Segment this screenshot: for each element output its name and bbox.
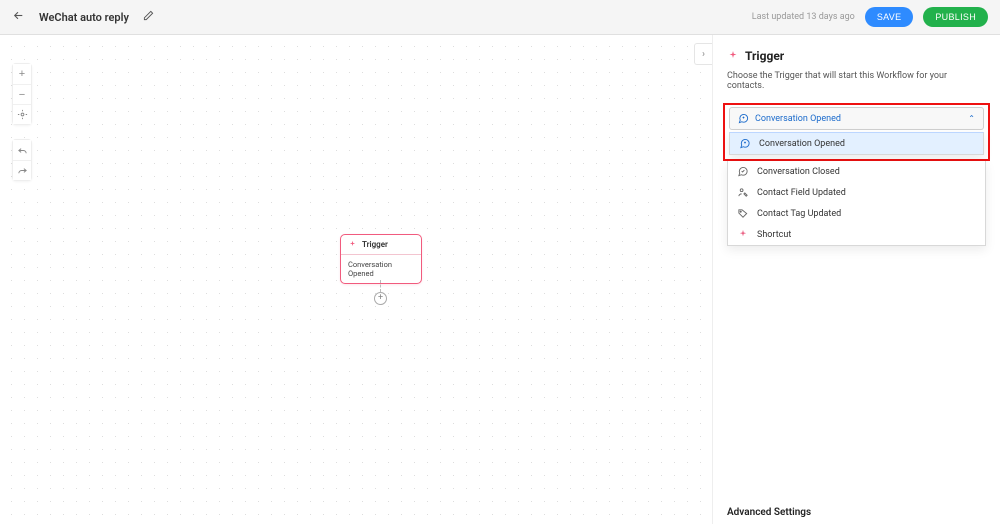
workflow-title: WeChat auto reply (39, 11, 129, 24)
node-connector (380, 280, 382, 292)
back-arrow-icon[interactable] (12, 9, 25, 26)
zoom-in-button[interactable]: + (13, 64, 31, 84)
header-bar: WeChat auto reply Last updated 13 days a… (0, 0, 1000, 35)
save-button[interactable]: SAVE (865, 7, 914, 27)
trigger-dropdown-rest: Conversation Closed Contact Field Update… (727, 161, 986, 246)
trigger-node[interactable]: Trigger Conversation Opened (340, 234, 422, 284)
option-label: Contact Field Updated (757, 188, 846, 198)
trigger-dropdown: Conversation Opened (729, 132, 984, 155)
spark-icon (737, 229, 749, 240)
last-updated-text: Last updated 13 days ago (752, 12, 855, 22)
workflow-canvas[interactable]: + − › Trigger Conversation Opened + (0, 35, 712, 524)
main-area: + − › Trigger Conversation Opened + (0, 35, 1000, 524)
collapse-panel-button[interactable]: › (694, 43, 712, 65)
fit-view-button[interactable] (13, 104, 31, 124)
trigger-select[interactable]: Conversation Opened ⌃ (729, 107, 984, 130)
option-conversation-closed[interactable]: Conversation Closed (728, 161, 985, 182)
header-left: WeChat auto reply (12, 9, 154, 26)
trigger-panel: Trigger Choose the Trigger that will sta… (712, 35, 1000, 524)
option-shortcut[interactable]: Shortcut (728, 224, 985, 245)
zoom-toolbar: + − (12, 63, 32, 125)
chat-open-icon (738, 113, 749, 124)
history-toolbar (12, 139, 32, 181)
chevron-up-icon: ⌃ (968, 114, 975, 123)
chat-check-icon (737, 166, 749, 177)
tutorial-highlight: Conversation Opened ⌃ Conversation Opene… (723, 103, 990, 161)
header-right: Last updated 13 days ago SAVE PUBLISH (752, 7, 988, 27)
option-conversation-opened[interactable]: Conversation Opened (730, 133, 983, 154)
trigger-select-value: Conversation Opened (755, 114, 841, 124)
panel-description: Choose the Trigger that will start this … (727, 71, 986, 91)
spark-icon (348, 240, 357, 249)
edit-icon[interactable] (143, 10, 154, 24)
panel-title-text: Trigger (745, 49, 784, 63)
zoom-out-button[interactable]: − (13, 84, 31, 104)
option-label: Shortcut (757, 230, 791, 240)
undo-button[interactable] (13, 140, 31, 160)
option-label: Conversation Closed (757, 167, 840, 177)
add-step-button[interactable]: + (374, 292, 387, 305)
option-contact-tag-updated[interactable]: Contact Tag Updated (728, 203, 985, 224)
advanced-settings-link[interactable]: Advanced Settings (727, 507, 811, 518)
option-label: Contact Tag Updated (757, 209, 841, 219)
trigger-node-header: Trigger (341, 235, 421, 254)
tag-icon (737, 208, 749, 219)
redo-button[interactable] (13, 160, 31, 180)
option-label: Conversation Opened (759, 139, 845, 149)
user-edit-icon (737, 187, 749, 198)
publish-button[interactable]: PUBLISH (923, 7, 988, 27)
panel-title: Trigger (727, 49, 986, 63)
chat-open-icon (739, 138, 751, 149)
option-contact-field-updated[interactable]: Contact Field Updated (728, 182, 985, 203)
trigger-node-subtitle: Conversation Opened (341, 254, 421, 283)
spark-icon (727, 50, 739, 62)
trigger-node-title: Trigger (362, 240, 388, 249)
